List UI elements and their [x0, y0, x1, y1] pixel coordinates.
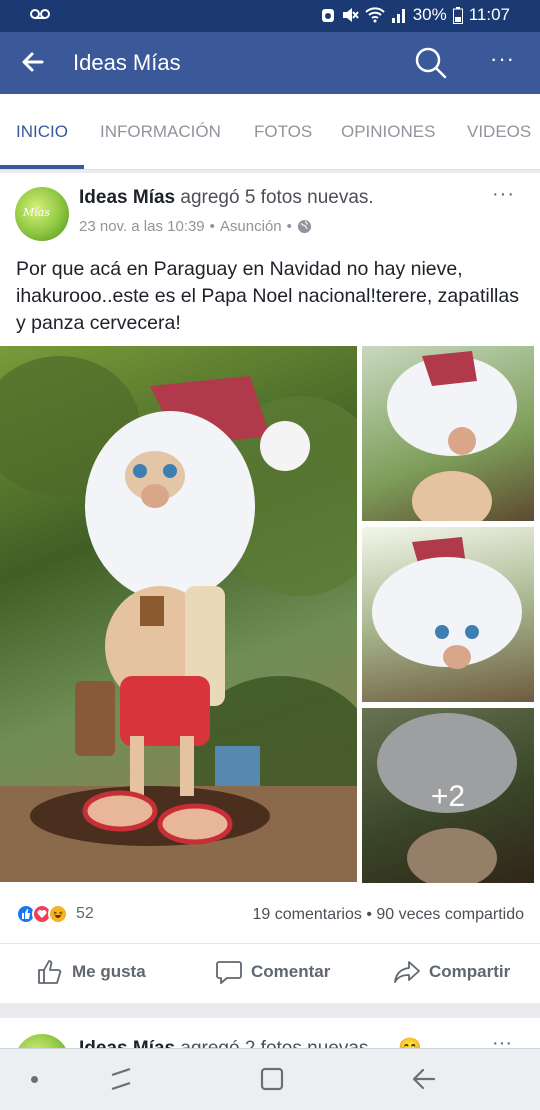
alarm-icon [321, 9, 334, 22]
photo-main[interactable] [0, 346, 357, 882]
santa-figure-image [0, 356, 357, 882]
tab-inicio[interactable]: INICIO [16, 122, 68, 142]
reaction-summary[interactable]: 52 [16, 904, 94, 924]
comment-label: Comentar [251, 962, 331, 981]
search-icon[interactable] [414, 46, 448, 80]
more-options-icon[interactable]: ··· [490, 46, 515, 72]
back-icon[interactable] [411, 1065, 437, 1093]
like-button[interactable]: Me gusta [36, 958, 146, 986]
more-photos-count: +2 [430, 780, 466, 813]
post-author[interactable]: Ideas Mías [79, 187, 175, 208]
battery-percent: 30% [412, 5, 447, 24]
like-label: Me gusta [72, 962, 146, 981]
post-options-icon[interactable]: ··· [492, 183, 515, 206]
back-arrow-icon[interactable] [20, 49, 46, 75]
avatar[interactable]: Mías [15, 187, 69, 241]
clock: 11:07 [468, 5, 510, 24]
post-meta: 23 nov. a las 10:39 • Asunción • [79, 218, 312, 235]
nav-dot-icon [31, 1076, 38, 1083]
active-tab-indicator [0, 165, 84, 169]
tab-videos[interactable]: VIDEOS [467, 122, 531, 142]
post-text: Por que acá en Paraguay en Navidad no ha… [16, 258, 519, 334]
mute-icon [342, 8, 359, 22]
feed-post-next: Ideas Mías agregó 2 fotos nuevas — 😊 ··· [0, 1018, 540, 1052]
signal-icon [391, 9, 405, 23]
post-location[interactable]: Asunción [220, 218, 282, 235]
page-title: Ideas Mías [73, 50, 181, 75]
home-icon[interactable] [259, 1065, 285, 1093]
haha-reaction-icon [48, 904, 68, 924]
feed-post: Mías Ideas Mías agregó 5 fotos nuevas. 2… [0, 173, 540, 1003]
system-nav-bar [0, 1048, 540, 1110]
post-date[interactable]: 23 nov. a las 10:39 [79, 218, 205, 235]
tab-opiniones[interactable]: OPINIONES [341, 122, 435, 142]
share-label: Compartir [429, 962, 511, 981]
share-button[interactable]: Compartir [393, 958, 510, 986]
share-icon [394, 961, 420, 983]
voicemail-icon [30, 9, 50, 19]
comment-button[interactable]: Comentar [215, 958, 330, 986]
photo-thumbnail-1[interactable] [362, 346, 534, 521]
engagement-stats[interactable]: 19 comentarios • 90 veces compartido [252, 906, 524, 924]
battery-icon [452, 6, 463, 24]
recents-icon[interactable] [108, 1065, 134, 1093]
post-actions: Me gusta Comentar Compartir [0, 943, 540, 1003]
photo-thumbnail-3[interactable]: +2 [362, 708, 534, 883]
tab-fotos[interactable]: FOTOS [254, 122, 312, 142]
page-tabs: INICIO INFORMACIÓN FOTOS OPINIONES VIDEO… [0, 94, 540, 170]
globe-icon [297, 219, 311, 234]
photo-thumbnail-2[interactable] [362, 527, 534, 702]
wifi-icon [364, 7, 385, 23]
reaction-count: 52 [76, 905, 94, 922]
thumbs-up-icon [38, 960, 62, 984]
post-header: Ideas Mías agregó 5 fotos nuevas. [79, 187, 374, 209]
app-bar: Ideas Mías ··· [0, 32, 540, 94]
status-bar: 30% 11:07 [0, 0, 540, 32]
post-action: agregó 5 fotos nuevas. [180, 187, 374, 208]
comment-icon [216, 961, 242, 984]
tab-informacion[interactable]: INFORMACIÓN [100, 122, 221, 142]
